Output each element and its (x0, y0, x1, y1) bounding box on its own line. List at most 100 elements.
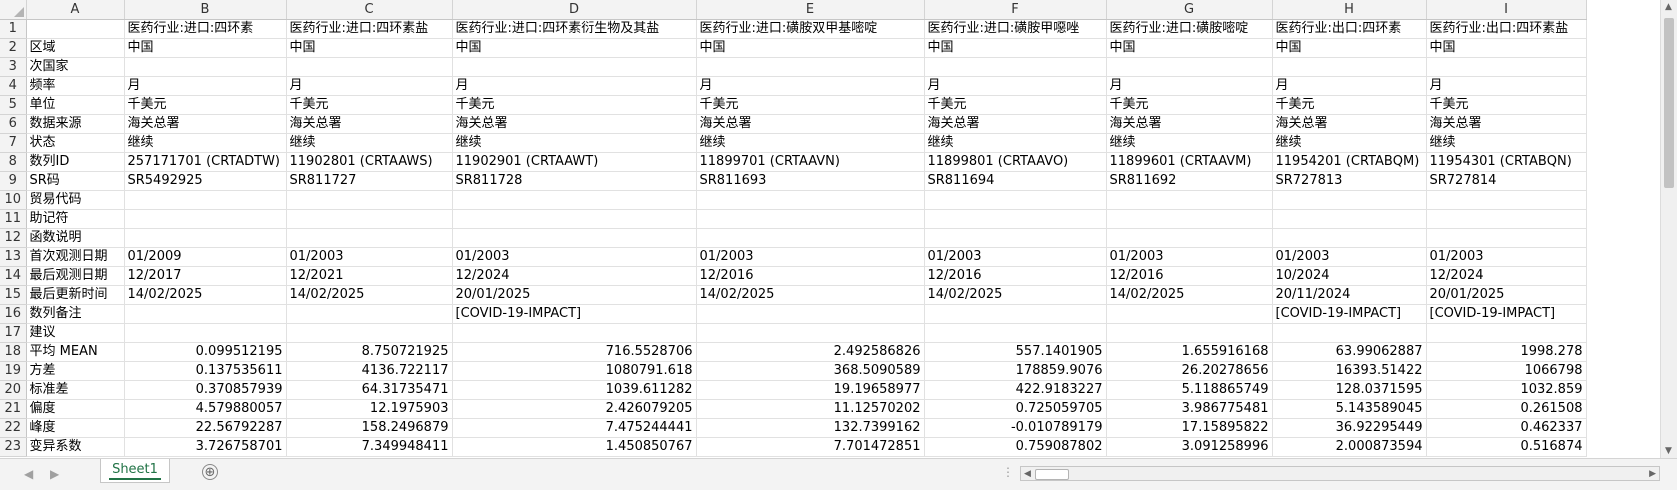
cell[interactable]: [COVID-19-IMPACT] (1272, 304, 1427, 324)
cell-label[interactable]: 区域 (26, 38, 125, 58)
cell[interactable] (452, 209, 697, 229)
cell[interactable]: 1066798 (1426, 361, 1587, 381)
cell[interactable] (452, 57, 697, 77)
scroll-up-icon[interactable]: ▲ (1665, 2, 1672, 12)
cell[interactable]: 月 (924, 76, 1107, 96)
cell[interactable]: 01/2003 (452, 247, 697, 267)
row-header[interactable]: 13 (0, 247, 27, 267)
cell[interactable]: 12/2024 (1426, 266, 1587, 286)
cell[interactable] (696, 209, 925, 229)
cell-label[interactable]: 变异系数 (26, 437, 125, 457)
row-header[interactable]: 1 (0, 19, 27, 39)
row-header[interactable]: 9 (0, 171, 27, 191)
cell[interactable]: 7.349948411 (286, 437, 453, 457)
cell-label[interactable]: 助记符 (26, 209, 125, 229)
cell[interactable]: 12/2016 (696, 266, 925, 286)
cell[interactable]: SR811693 (696, 171, 925, 191)
row-header[interactable]: 11 (0, 209, 27, 229)
cell[interactable] (286, 304, 453, 324)
cell[interactable]: 1080791.618 (452, 361, 697, 381)
cell[interactable]: 12/2016 (1106, 266, 1273, 286)
cell[interactable]: SR727814 (1426, 171, 1587, 191)
cell[interactable]: 11902901 (CRTAAWT) (452, 152, 697, 172)
cell[interactable] (1426, 57, 1587, 77)
cell[interactable]: 中国 (924, 38, 1107, 58)
cell[interactable]: 千美元 (696, 95, 925, 115)
column-header-d[interactable]: D (452, 0, 697, 20)
cell[interactable]: 64.31735471 (286, 380, 453, 400)
row-header[interactable]: 4 (0, 76, 27, 96)
cell[interactable]: 中国 (452, 38, 697, 58)
cell[interactable]: 12/2021 (286, 266, 453, 286)
cell[interactable]: 月 (1106, 76, 1273, 96)
cell[interactable]: SR811728 (452, 171, 697, 191)
cell[interactable]: 医药行业:进口:磺胺双甲基嘧啶 (696, 19, 925, 39)
cell[interactable]: 01/2003 (1272, 247, 1427, 267)
cell[interactable]: 中国 (1106, 38, 1273, 58)
cell[interactable]: 4136.722117 (286, 361, 453, 381)
worksheet-table[interactable]: ABCDEFGHI 1 医药行业:进口:四环素 医药行业:进口:四环素盐 医药行业:进… (0, 0, 1587, 457)
cell[interactable]: 14/02/2025 (124, 285, 287, 305)
cell[interactable]: 继续 (696, 133, 925, 153)
row-header[interactable]: 8 (0, 152, 27, 172)
cell[interactable]: 14/02/2025 (924, 285, 1107, 305)
cell[interactable]: 2.000873594 (1272, 437, 1427, 457)
row-header[interactable]: 16 (0, 304, 27, 324)
cell[interactable]: SR811692 (1106, 171, 1273, 191)
cell[interactable]: 医药行业:进口:磺胺甲噁唑 (924, 19, 1107, 39)
cell[interactable]: 01/2003 (1426, 247, 1587, 267)
cell[interactable]: 12/2017 (124, 266, 287, 286)
cell[interactable]: 26.20278656 (1106, 361, 1273, 381)
cell-label[interactable]: 平均 MEAN (26, 342, 125, 362)
row-header[interactable]: 22 (0, 418, 27, 438)
cell-label[interactable]: 峰度 (26, 418, 125, 438)
cell[interactable]: 716.5528706 (452, 342, 697, 362)
cell[interactable] (924, 323, 1107, 343)
cell[interactable]: 海关总署 (1272, 114, 1427, 134)
cell-label[interactable]: 频率 (26, 76, 125, 96)
row-header[interactable]: 6 (0, 114, 27, 134)
row-header[interactable]: 18 (0, 342, 27, 362)
cell[interactable]: 132.7399162 (696, 418, 925, 438)
cell[interactable] (124, 228, 287, 248)
cell[interactable]: 继续 (124, 133, 287, 153)
cell[interactable]: 医药行业:出口:四环素 (1272, 19, 1427, 39)
row-header[interactable]: 17 (0, 323, 27, 343)
cell[interactable]: 3.986775481 (1106, 399, 1273, 419)
cell[interactable] (924, 57, 1107, 77)
cell[interactable]: 继续 (452, 133, 697, 153)
cell[interactable]: 月 (696, 76, 925, 96)
cell[interactable]: 0.370857939 (124, 380, 287, 400)
cell[interactable]: 5.118865749 (1106, 380, 1273, 400)
cell[interactable]: 中国 (124, 38, 287, 58)
cell[interactable]: 海关总署 (924, 114, 1107, 134)
horizontal-scroll-thumb[interactable] (1035, 469, 1069, 480)
cell[interactable] (1106, 228, 1273, 248)
row-header[interactable]: 14 (0, 266, 27, 286)
cell[interactable]: 海关总署 (1106, 114, 1273, 134)
cell-label[interactable]: 方差 (26, 361, 125, 381)
row-header[interactable]: 10 (0, 190, 27, 210)
row-header[interactable]: 2 (0, 38, 27, 58)
cell[interactable]: 01/2009 (124, 247, 287, 267)
cell[interactable]: 11954201 (CRTABQM) (1272, 152, 1427, 172)
cell[interactable] (1106, 209, 1273, 229)
cell[interactable]: 中国 (696, 38, 925, 58)
cell[interactable]: 16393.51422 (1272, 361, 1427, 381)
cell[interactable]: 11899801 (CRTAAVO) (924, 152, 1107, 172)
cell[interactable]: 中国 (1426, 38, 1587, 58)
cell[interactable] (124, 57, 287, 77)
cell[interactable] (1106, 304, 1273, 324)
cell-label[interactable]: 最后观测日期 (26, 266, 125, 286)
cell[interactable]: SR5492925 (124, 171, 287, 191)
cell[interactable]: 海关总署 (696, 114, 925, 134)
cell[interactable]: 继续 (924, 133, 1107, 153)
column-header-c[interactable]: C (286, 0, 453, 20)
cell[interactable]: 千美元 (1426, 95, 1587, 115)
cell-label[interactable]: 贸易代码 (26, 190, 125, 210)
cell[interactable]: 1.450850767 (452, 437, 697, 457)
column-header-h[interactable]: H (1272, 0, 1427, 20)
cell[interactable]: 千美元 (286, 95, 453, 115)
cell[interactable] (1106, 323, 1273, 343)
cell[interactable]: 63.99062887 (1272, 342, 1427, 362)
